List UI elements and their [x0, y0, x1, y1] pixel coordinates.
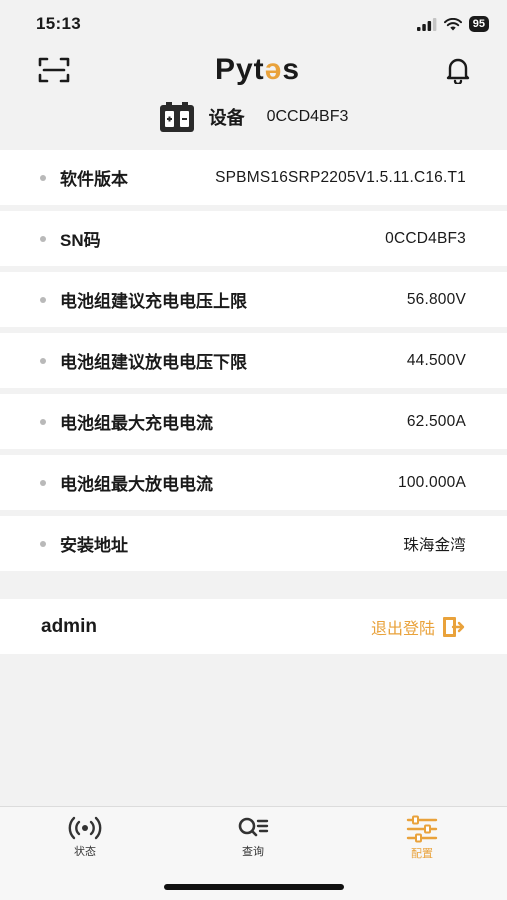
info-value: 珠海金湾 — [403, 536, 466, 554]
device-info-list: 软件版本 SPBMS16SRP2205V1.5.11.C16.T1 SN码 0C… — [0, 150, 507, 577]
bullet-dot — [40, 235, 46, 242]
signal-icon — [68, 816, 102, 840]
app-header: Pyt ǝ s — [0, 48, 507, 92]
bullet-dot — [40, 479, 46, 486]
tab-label: 查询 — [242, 846, 264, 858]
battery-device-icon — [159, 102, 194, 132]
info-row-sn: SN码 0CCD4BF3 — [0, 211, 507, 266]
info-value: 62.500A — [406, 412, 466, 430]
battery-level-badge: 95 — [468, 16, 489, 32]
device-id: 0CCD4BF3 — [266, 108, 349, 125]
tab-label: 状态 — [74, 846, 96, 858]
info-label: 软件版本 — [60, 170, 128, 189]
logo-text-suffix: s — [282, 53, 301, 86]
info-row-charge-voltage-limit: 电池组建议充电电压上限 56.800V — [0, 272, 507, 327]
info-row-max-charge-current: 电池组最大充电电流 62.500A — [0, 394, 507, 449]
bullet-dot — [40, 296, 46, 303]
logo-mark: ǝ — [264, 53, 283, 86]
sliders-icon — [406, 815, 438, 843]
info-label: 安装地址 — [60, 536, 128, 555]
tab-label: 配置 — [411, 848, 433, 860]
info-label: 电池组建议充电电压上限 — [60, 292, 247, 311]
tab-status[interactable]: 状态 — [35, 815, 135, 859]
info-label: 电池组最大充电电流 — [60, 414, 213, 433]
account-row: admin 退出登陆 — [0, 599, 507, 654]
home-indicator — [164, 884, 344, 890]
bullet-dot — [40, 540, 46, 547]
info-row-max-discharge-current: 电池组最大放电电流 100.000A — [0, 455, 507, 510]
logout-icon — [443, 616, 465, 637]
search-list-icon — [238, 817, 269, 837]
bell-icon[interactable] — [445, 56, 471, 84]
info-row-install-address: 安装地址 珠海金湾 — [0, 516, 507, 571]
info-row-software-version: 软件版本 SPBMS16SRP2205V1.5.11.C16.T1 — [0, 150, 507, 205]
device-label: 设备 — [208, 108, 245, 128]
info-value: 44.500V — [406, 351, 466, 369]
info-value: 100.000A — [398, 473, 466, 491]
logout-label: 退出登陆 — [370, 620, 435, 638]
status-bar: 15:13 95 — [0, 0, 507, 48]
bullet-dot — [40, 357, 46, 364]
info-row-discharge-voltage-limit: 电池组建议放电电压下限 44.500V — [0, 333, 507, 388]
info-label: 电池组建议放电电压下限 — [60, 353, 247, 372]
device-selector[interactable]: 设备 0CCD4BF3 — [0, 96, 507, 138]
cellular-signal-icon — [416, 17, 437, 31]
logout-button[interactable]: 退出登陆 — [371, 615, 467, 639]
bullet-dot — [40, 174, 46, 181]
info-value: 0CCD4BF3 — [385, 229, 466, 247]
wifi-icon — [443, 17, 462, 30]
scan-icon[interactable] — [38, 56, 70, 84]
bullet-dot — [40, 418, 46, 425]
logo-text-prefix: Pyt — [214, 53, 265, 86]
tab-query[interactable]: 查询 — [203, 815, 303, 859]
status-time: 15:13 — [36, 14, 81, 33]
info-label: SN码 — [60, 231, 101, 250]
tab-config[interactable]: 配置 — [372, 815, 472, 861]
pytes-logo: Pyt ǝ s — [215, 53, 300, 87]
status-icons: 95 — [416, 16, 489, 32]
info-label: 电池组最大放电电流 — [60, 475, 213, 494]
username: admin — [41, 615, 97, 637]
info-value: SPBMS16SRP2205V1.5.11.C16.T1 — [215, 168, 466, 186]
info-value: 56.800V — [406, 290, 466, 308]
